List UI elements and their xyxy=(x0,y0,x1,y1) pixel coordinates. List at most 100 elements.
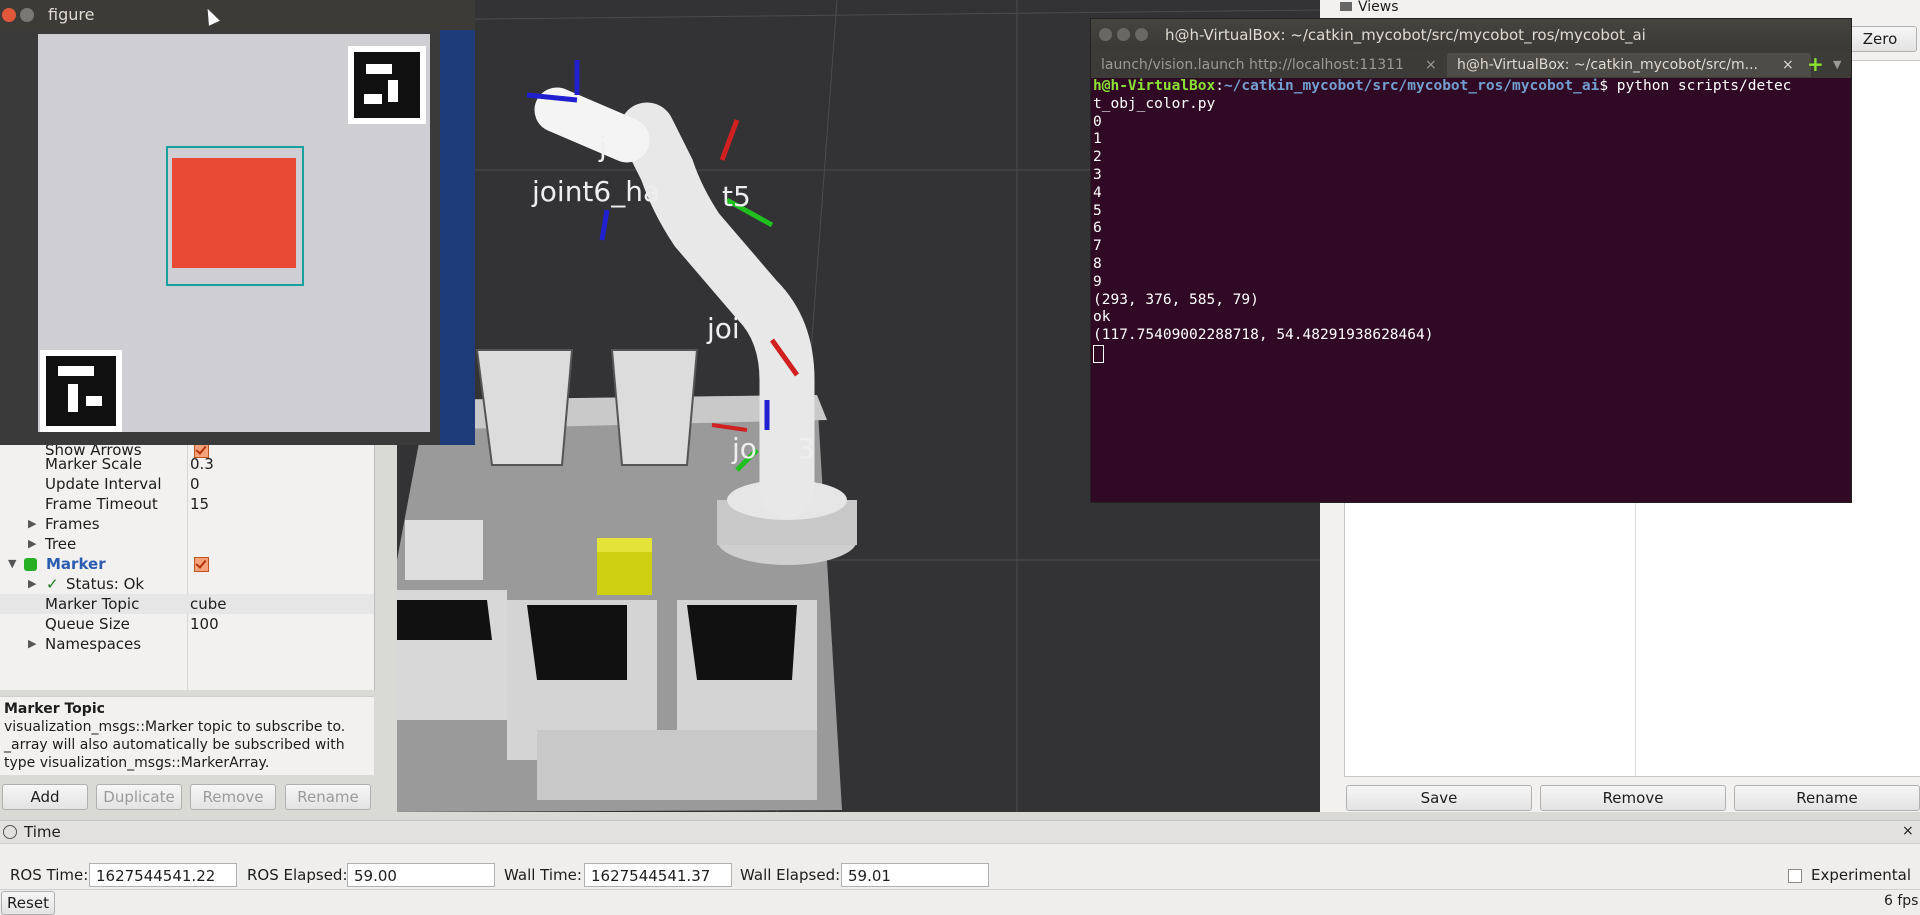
wall-elapsed-field[interactable]: 59.01 xyxy=(841,863,989,887)
display-marker[interactable]: ▼ Marker xyxy=(0,554,374,574)
wall-elapsed-label: Wall Elapsed: xyxy=(740,866,841,884)
property-row[interactable]: Frame Timeout 15 xyxy=(0,494,374,514)
clock-icon xyxy=(3,825,17,839)
zero-button[interactable]: Zero xyxy=(1843,26,1917,52)
output-line: 0 xyxy=(1093,113,1102,130)
joint-label: j xyxy=(599,130,607,163)
duplicate-display-button[interactable]: Duplicate xyxy=(96,784,182,810)
property-label: Queue Size xyxy=(45,615,130,633)
joint-label: joi xyxy=(707,312,740,345)
property-row[interactable]: Marker Topic cube xyxy=(0,594,374,614)
camera-icon xyxy=(1340,2,1352,11)
experimental-checkbox[interactable] xyxy=(1788,869,1802,883)
close-icon[interactable] xyxy=(2,8,16,22)
property-label: Frame Timeout xyxy=(45,495,158,513)
terminal-tab-active[interactable]: h@h-VirtualBox: ~/catkin_mycobot/src/m..… xyxy=(1447,53,1811,77)
property-label: Namespaces xyxy=(45,635,142,653)
figure-titlebar[interactable]: figure xyxy=(0,0,475,30)
expand-arrow-icon[interactable]: ▶ xyxy=(28,514,36,534)
tab-menu-icon[interactable]: ▼ xyxy=(1833,51,1841,78)
marker-display-label: Marker xyxy=(46,555,106,573)
output-line: 7 xyxy=(1093,238,1102,255)
detection-box xyxy=(166,146,304,286)
prompt-path: ~/catkin_mycobot/src/mycobot_ros/mycobot… xyxy=(1223,78,1600,94)
maximize-icon[interactable] xyxy=(1135,28,1148,41)
figure-window: figure xyxy=(0,0,475,445)
output-line: 2 xyxy=(1093,149,1102,166)
ros-elapsed-field[interactable]: 59.00 xyxy=(347,863,495,887)
property-description: Marker Topic visualization_msgs::Marker … xyxy=(0,696,374,775)
terminal-title: h@h-VirtualBox: ~/catkin_mycobot/src/myc… xyxy=(1165,26,1646,44)
wall-time-label: Wall Time: xyxy=(504,866,582,884)
property-row[interactable]: ▶ ✓ Status: Ok xyxy=(0,574,374,594)
output-line: 3 xyxy=(1093,166,1102,183)
tab-label: h@h-VirtualBox: ~/catkin_mycobot/src/m..… xyxy=(1457,57,1758,73)
property-value[interactable]: 0.3 xyxy=(190,454,214,474)
minimize-icon[interactable] xyxy=(20,8,34,22)
property-row[interactable]: Queue Size 100 xyxy=(0,614,374,634)
description-line: type visualization_msgs::MarkerArray. xyxy=(4,755,270,771)
property-value[interactable]: 0 xyxy=(190,474,200,494)
property-row[interactable]: ▶ Frames xyxy=(0,514,374,534)
terminal-tabs: launch/vision.launch http://localhost:11… xyxy=(1091,51,1851,78)
property-value[interactable]: cube xyxy=(190,594,227,614)
output-line: ok xyxy=(1093,309,1111,326)
terminal-titlebar[interactable]: h@h-VirtualBox: ~/catkin_mycobot/src/myc… xyxy=(1091,19,1851,51)
aruco-marker-icon xyxy=(40,350,122,432)
terminal-output[interactable]: h@h-VirtualBox:~/catkin_mycobot/src/myco… xyxy=(1091,78,1851,502)
time-panel: Time × ROS Time: 1627544541.22 ROS Elaps… xyxy=(0,820,1920,915)
terminal-cursor xyxy=(1093,344,1104,363)
property-label: Update Interval xyxy=(45,475,162,493)
ros-elapsed-label: ROS Elapsed: xyxy=(247,866,348,884)
experimental-label: Experimental xyxy=(1811,866,1912,884)
property-label: Frames xyxy=(45,515,100,533)
ros-time-label: ROS Time: xyxy=(10,866,89,884)
output-line: 8 xyxy=(1093,255,1102,272)
property-label: Marker Scale xyxy=(45,455,142,473)
save-button[interactable]: Save xyxy=(1346,785,1532,811)
tab-close-icon[interactable]: × xyxy=(1782,53,1794,77)
aruco-marker-icon xyxy=(348,46,426,124)
marker-enable-checkbox[interactable] xyxy=(194,557,209,572)
property-row[interactable]: Update Interval 0 xyxy=(0,474,374,494)
property-label: Marker Topic xyxy=(45,595,140,613)
expand-arrow-icon[interactable]: ▶ xyxy=(28,574,36,594)
remove-view-button[interactable]: Remove xyxy=(1540,785,1726,811)
output-line: 4 xyxy=(1093,184,1102,201)
property-value[interactable]: 15 xyxy=(190,494,209,514)
property-row[interactable]: Marker Scale 0.3 xyxy=(0,454,374,474)
minimize-icon[interactable] xyxy=(1117,28,1130,41)
terminal-tab[interactable]: launch/vision.launch http://localhost:11… xyxy=(1091,53,1451,77)
description-line: visualization_msgs::Marker topic to subs… xyxy=(4,719,346,735)
property-value[interactable]: 100 xyxy=(190,614,219,634)
rename-view-button[interactable]: Rename xyxy=(1734,785,1920,811)
joint-label: 3 xyxy=(797,432,815,465)
wall-time-field[interactable]: 1627544541.37 xyxy=(584,863,732,887)
property-row[interactable]: ▶ Tree xyxy=(0,534,374,554)
expand-arrow-icon[interactable]: ▶ xyxy=(28,634,36,654)
ros-time-field[interactable]: 1627544541.22 xyxy=(89,863,237,887)
new-tab-icon[interactable]: + xyxy=(1807,51,1824,78)
collapse-arrow-icon[interactable]: ▼ xyxy=(8,554,16,574)
rename-display-button[interactable]: Rename xyxy=(285,784,371,810)
close-icon[interactable]: × xyxy=(1902,823,1914,839)
remove-display-button[interactable]: Remove xyxy=(190,784,276,810)
status-ok-icon: ✓ xyxy=(46,575,59,593)
terminal-window[interactable]: h@h-VirtualBox: ~/catkin_mycobot/src/myc… xyxy=(1090,18,1852,503)
joint-label: joint6_ha xyxy=(532,175,661,208)
displays-panel: Show Arrows Marker Scale 0.3 Update Inter… xyxy=(0,440,375,690)
figure-title: figure xyxy=(48,5,95,24)
status-label: Status: Ok xyxy=(66,575,145,593)
output-line: 9 xyxy=(1093,273,1102,290)
joint-label: t5 xyxy=(722,180,751,213)
views-header: Views xyxy=(1340,0,1920,14)
description-line: _array will also automatically be subscr… xyxy=(4,737,345,753)
output-line: 5 xyxy=(1093,202,1102,219)
add-display-button[interactable]: Add xyxy=(2,784,88,810)
reset-button[interactable]: Reset xyxy=(1,891,55,915)
expand-arrow-icon[interactable]: ▶ xyxy=(28,534,36,554)
camera-image xyxy=(0,30,475,445)
tab-close-icon[interactable]: × xyxy=(1425,53,1437,77)
property-row[interactable]: ▶ Namespaces xyxy=(0,634,374,654)
close-icon[interactable] xyxy=(1099,28,1112,41)
